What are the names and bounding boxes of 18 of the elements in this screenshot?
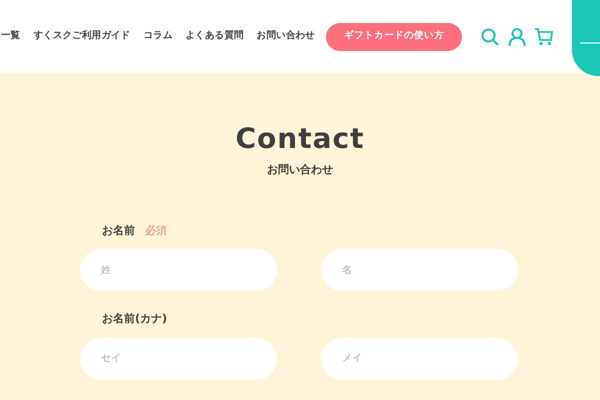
text-input[interactable]: 名 (321, 249, 518, 291)
user-icon[interactable] (508, 28, 526, 46)
field-label: お名前 (102, 222, 135, 238)
text-input[interactable]: 姓 (80, 249, 277, 291)
nav-link[interactable]: すくスクご利用ガイド (33, 29, 130, 44)
text-input[interactable]: セイ (80, 338, 277, 380)
page-title: Contact (236, 125, 364, 153)
nav-link[interactable]: コラム (143, 29, 173, 44)
nav-link[interactable]: よくある質問 (186, 29, 244, 44)
required-tag: 必須 (145, 222, 167, 239)
cart-icon[interactable] (534, 28, 553, 46)
page-subtitle: お問い合わせ (267, 162, 333, 178)
menu-button[interactable] (572, 0, 600, 76)
nav-link[interactable]: 一覧 (1, 29, 20, 44)
text-input[interactable]: メイ (321, 338, 518, 380)
field-label: お名前(カナ) (102, 311, 168, 327)
search-icon[interactable] (480, 28, 499, 46)
nav-link[interactable]: お問い合わせ (256, 29, 315, 44)
